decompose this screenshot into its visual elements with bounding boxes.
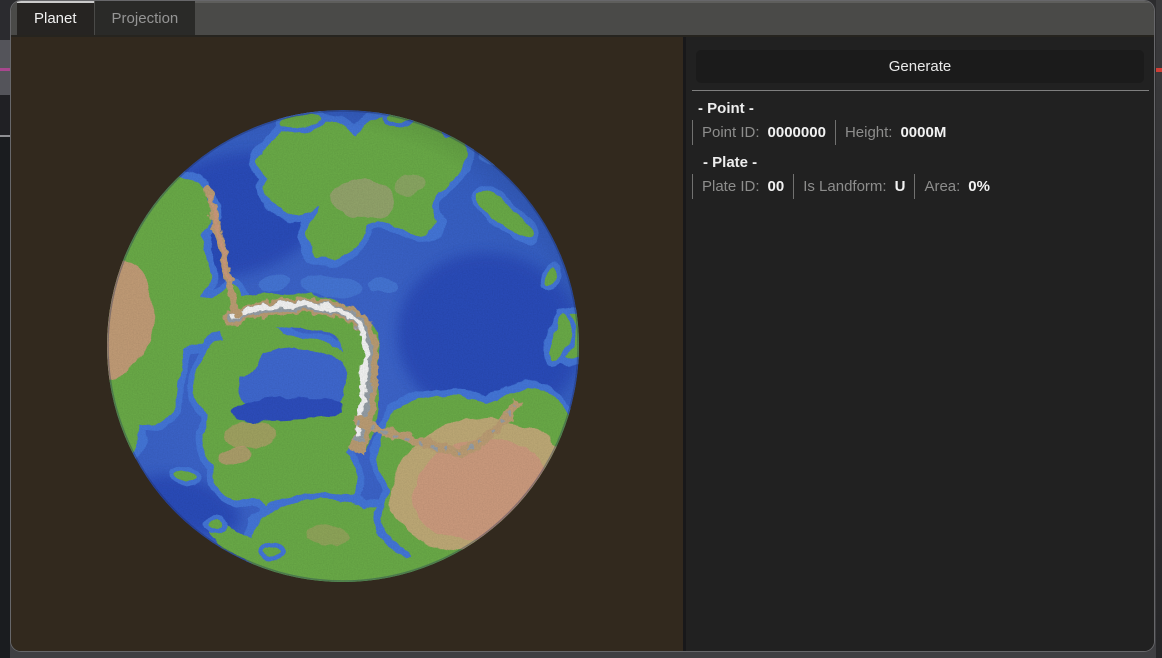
red-edge-marker bbox=[1156, 68, 1162, 72]
height-value: 0000M bbox=[900, 124, 946, 141]
panel-separator bbox=[692, 90, 1149, 91]
plate-readout-row: Plate ID: 00 Is Landform: U Area: 0% bbox=[692, 174, 1154, 199]
screen: Planet Projection bbox=[0, 0, 1162, 658]
window-content: Generate - Point - Point ID: 0000000 Hei… bbox=[11, 35, 1154, 652]
planet-generator-window: Planet Projection bbox=[10, 0, 1155, 652]
generate-button[interactable]: Generate bbox=[696, 50, 1144, 83]
is-landform-field: Is Landform: U bbox=[793, 174, 914, 199]
plate-section-title: - Plate - bbox=[703, 154, 1154, 171]
point-id-label: Point ID: bbox=[702, 124, 760, 141]
planet-viewport[interactable] bbox=[11, 37, 683, 652]
height-label: Height: bbox=[845, 124, 893, 141]
point-readout-row: Point ID: 0000000 Height: 0000M bbox=[692, 120, 1154, 145]
is-landform-label: Is Landform: bbox=[803, 178, 886, 195]
is-landform-value: U bbox=[895, 178, 906, 195]
planet-globe[interactable] bbox=[11, 37, 683, 652]
background-app-sliver bbox=[0, 0, 10, 658]
sliver-light-line bbox=[0, 135, 10, 137]
sliver-dark-strip bbox=[0, 95, 10, 135]
tab-planet[interactable]: Planet bbox=[17, 1, 94, 35]
point-id-field: Point ID: 0000000 bbox=[692, 120, 835, 145]
plate-id-label: Plate ID: bbox=[702, 178, 760, 195]
plate-id-value: 00 bbox=[768, 178, 785, 195]
control-panel: Generate - Point - Point ID: 0000000 Hei… bbox=[686, 37, 1154, 652]
area-label: Area: bbox=[924, 178, 960, 195]
plate-id-field: Plate ID: 00 bbox=[692, 174, 793, 199]
sliver-magenta-line bbox=[0, 68, 10, 71]
area-field: Area: 0% bbox=[914, 174, 999, 199]
point-id-value: 0000000 bbox=[768, 124, 826, 141]
area-value: 0% bbox=[968, 178, 990, 195]
height-field: Height: 0000M bbox=[835, 120, 955, 145]
sliver-top bbox=[0, 0, 10, 40]
desktop-right-edge bbox=[1156, 0, 1162, 658]
point-section-title: - Point - bbox=[698, 100, 1154, 117]
tab-bar: Planet Projection bbox=[11, 1, 1154, 35]
tab-projection[interactable]: Projection bbox=[95, 1, 196, 35]
